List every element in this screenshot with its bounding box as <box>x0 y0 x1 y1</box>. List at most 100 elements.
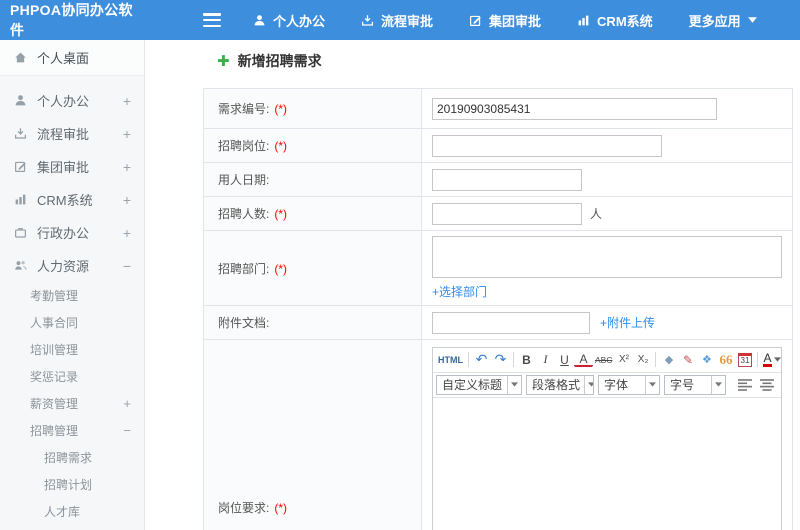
strikethrough-button[interactable]: ABC <box>593 350 614 370</box>
sidebar-item-label: 个人桌面 <box>37 51 90 66</box>
field-label: 招聘部门: <box>218 261 270 276</box>
nav-more-apps[interactable]: 更多应用 <box>689 11 757 30</box>
font-family-dropdown[interactable]: 字体 <box>598 374 660 395</box>
top-navigation: 个人办公 流程审批 集团审批 CRM系统 更多应用 <box>253 11 757 30</box>
bold-button[interactable]: B <box>517 350 536 370</box>
required-mark: (*) <box>274 102 288 116</box>
subscript-button[interactable]: X₂ <box>633 350 652 370</box>
sidebar-item-group-approval[interactable]: 集团审批 + <box>0 150 144 183</box>
nav-label: 流程审批 <box>381 13 434 29</box>
eraser-icon[interactable]: ◆ <box>659 350 678 370</box>
sidebar-item-training-management[interactable]: 培训管理 <box>0 336 144 363</box>
form-row-hire-date: 用人日期: <box>203 162 793 197</box>
edit-square-icon <box>14 160 29 173</box>
headcount-unit: 人 <box>590 206 603 221</box>
req-no-input[interactable] <box>432 97 717 120</box>
sidebar-item-human-resources[interactable]: 人力资源 − <box>0 249 144 282</box>
format-brush-icon[interactable]: ✎ <box>678 350 697 370</box>
chevron-down-icon <box>507 375 521 394</box>
sidebar-item-label: 培训管理 <box>30 343 79 357</box>
expand-icon[interactable]: + <box>123 397 131 410</box>
app-title: PHPOA协同办公软件 <box>10 2 133 38</box>
align-left-icon[interactable] <box>736 376 754 394</box>
person-icon <box>253 14 266 27</box>
sidebar-item-personnel-contract[interactable]: 人事合同 <box>0 309 144 336</box>
sidebar-item-process-approval[interactable]: 流程审批 + <box>0 117 144 150</box>
sidebar-item-personal-desktop[interactable]: 个人桌面 <box>0 40 144 76</box>
nav-crm-system[interactable]: CRM系统 <box>577 11 653 30</box>
italic-button[interactable]: I <box>536 350 555 370</box>
sidebar-item-label: 招聘计划 <box>44 478 93 492</box>
alignment-buttons <box>736 376 781 394</box>
chevron-down-icon <box>711 375 725 394</box>
calendar-icon[interactable]: 31 <box>737 352 753 367</box>
undo-icon[interactable]: ↶ <box>472 350 491 370</box>
rich-text-editor: HTML ↶ ↷ B I U A ABC X² X₂ ◆ ✎ ❖ 66 31 A… <box>432 346 782 530</box>
nav-label: 集团审批 <box>489 13 542 29</box>
collapse-icon[interactable]: − <box>123 259 131 273</box>
expand-icon[interactable]: + <box>123 94 131 108</box>
nav-personal-office[interactable]: 个人办公 <box>253 11 325 30</box>
expand-icon[interactable]: + <box>123 226 131 240</box>
dropdown-label: 字号 <box>670 378 695 392</box>
select-department-link[interactable]: +选择部门 <box>432 283 487 300</box>
font-color-button[interactable]: A <box>761 352 781 367</box>
field-label: 附件文档: <box>218 316 270 330</box>
required-mark: (*) <box>274 139 288 153</box>
align-center-icon[interactable] <box>758 376 776 394</box>
chevron-down-icon <box>645 375 659 394</box>
sidebar-item-recruit-management[interactable]: 招聘管理 − <box>0 417 144 444</box>
blockquote-icon[interactable]: 66 <box>716 350 735 370</box>
sidebar-item-label: 流程审批 <box>37 127 90 142</box>
collapse-icon[interactable]: − <box>123 424 131 437</box>
sidebar-item-label: 个人办公 <box>37 94 90 109</box>
sidebar-item-label: CRM系统 <box>37 193 93 208</box>
sidebar-item-admin-office[interactable]: 行政办公 + <box>0 216 144 249</box>
required-mark: (*) <box>274 501 288 515</box>
editor-content-area[interactable] <box>433 397 781 530</box>
image-icon[interactable]: ❖ <box>697 350 716 370</box>
font-size-dropdown[interactable]: 字号 <box>664 374 726 395</box>
sidebar-item-personal-office[interactable]: 个人办公 + <box>0 84 144 117</box>
required-mark: (*) <box>274 261 288 276</box>
sidebar-item-attendance-management[interactable]: 考勤管理 <box>0 282 144 309</box>
superscript-button[interactable]: X² <box>614 350 633 370</box>
expand-icon[interactable]: + <box>123 160 131 174</box>
redo-icon[interactable]: ↷ <box>491 350 510 370</box>
headcount-input[interactable] <box>432 202 582 225</box>
expand-icon[interactable]: + <box>123 127 131 141</box>
html-source-button[interactable]: HTML <box>436 350 465 370</box>
sidebar-item-talent-pool[interactable]: 人才库 <box>0 498 144 525</box>
attachment-input[interactable] <box>432 311 590 334</box>
form-row-req-no: 需求编号: (*) <box>203 88 793 129</box>
underline-button[interactable]: U <box>555 350 574 370</box>
sidebar-item-salary-management[interactable]: 薪资管理 + <box>0 390 144 417</box>
main-content: ✚ 新增招聘需求 需求编号: (*) 招聘岗位: (*) <box>145 40 800 530</box>
nav-label: 个人办公 <box>273 13 326 29</box>
sidebar-item-label: 集团审批 <box>37 160 90 175</box>
custom-title-dropdown[interactable]: 自定义标题 <box>436 374 522 395</box>
font-color-label: A <box>763 351 772 367</box>
field-label: 招聘岗位: <box>218 139 270 153</box>
paragraph-format-dropdown[interactable]: 段落格式 <box>526 374 594 395</box>
sidebar-item-label: 人力资源 <box>37 259 90 274</box>
nav-group-approval[interactable]: 集团审批 <box>469 11 541 30</box>
dropdown-label: 字体 <box>604 378 629 392</box>
nav-process-approval[interactable]: 流程审批 <box>361 11 433 30</box>
department-textarea[interactable] <box>432 236 782 278</box>
font-style-button[interactable]: A <box>574 353 593 367</box>
hire-date-input[interactable] <box>432 168 582 191</box>
sidebar-item-recruit-demand[interactable]: 招聘需求 <box>0 444 144 471</box>
dropdown-label: 段落格式 <box>532 378 581 392</box>
position-input[interactable] <box>432 134 662 157</box>
hamburger-menu-icon[interactable] <box>203 13 221 27</box>
person-icon <box>14 94 29 107</box>
sidebar-item-recruit-plan[interactable]: 招聘计划 <box>0 471 144 498</box>
sidebar-item-crm-system[interactable]: CRM系统 + <box>0 183 144 216</box>
expand-icon[interactable]: + <box>123 193 131 207</box>
attachment-upload-link[interactable]: +附件上传 <box>600 316 655 330</box>
page-title-text: 新增招聘需求 <box>237 53 322 69</box>
align-right-icon[interactable] <box>780 376 781 394</box>
sidebar-item-reward-punishment[interactable]: 奖惩记录 <box>0 363 144 390</box>
bar-chart-icon <box>14 193 29 206</box>
